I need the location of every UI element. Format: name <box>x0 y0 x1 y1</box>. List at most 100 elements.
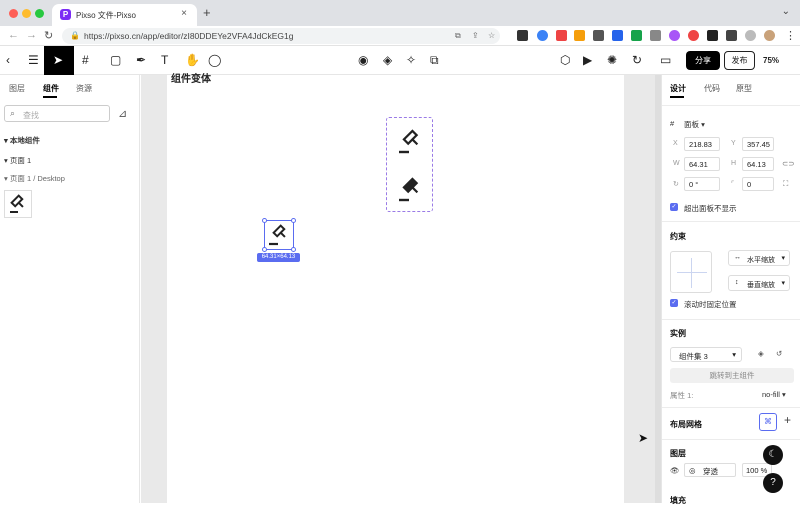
height-field[interactable]: H 64.13 <box>731 157 774 171</box>
component-set-frame[interactable] <box>386 117 433 212</box>
reload-icon[interactable]: ↻ <box>44 29 53 42</box>
avatar[interactable] <box>764 30 775 41</box>
tab-design[interactable]: 设计 <box>670 83 686 94</box>
tab-close-icon[interactable]: × <box>181 8 187 19</box>
extension-icon[interactable] <box>556 30 567 41</box>
browser-tab[interactable]: P Pixso 文件-Pixso × <box>52 4 197 26</box>
close-window-button[interactable] <box>9 9 18 18</box>
vertical-constraint-dropdown[interactable]: ↕ 垂直缩放 ▾ <box>728 275 790 291</box>
property-value-dropdown[interactable]: no-fill ▾ <box>762 390 786 399</box>
extension-icon[interactable] <box>669 30 680 41</box>
rotation-field[interactable]: ↻ 0 ° <box>673 177 720 191</box>
layout-icon[interactable]: ▭ <box>660 53 671 67</box>
comment-tool-icon[interactable]: ◯ <box>208 53 221 67</box>
gavel-outline-icon[interactable] <box>396 126 424 156</box>
extension-icon[interactable] <box>593 30 604 41</box>
plugins-icon[interactable]: ⬡ <box>560 53 570 67</box>
search-input[interactable]: ⌕ 查找 <box>4 105 110 122</box>
loading-icon: ✺ <box>607 53 618 67</box>
maximize-window-button[interactable] <box>35 9 44 18</box>
mask-icon[interactable]: ✧ <box>406 53 416 67</box>
extension-icon[interactable] <box>631 30 642 41</box>
extension-icon[interactable] <box>612 30 623 41</box>
tab-prototype[interactable]: 原型 <box>736 83 752 94</box>
puzzle-icon[interactable] <box>726 30 737 41</box>
moon-icon[interactable]: ☾ <box>763 445 783 465</box>
constraint-widget[interactable] <box>670 251 712 293</box>
extension-icon[interactable] <box>688 30 699 41</box>
component-icon[interactable]: ◉ <box>358 53 368 67</box>
library-icon[interactable]: ⊿ <box>118 107 127 120</box>
resize-handle[interactable] <box>262 247 267 252</box>
play-icon[interactable]: ▶ <box>583 53 592 67</box>
horizontal-constraint-dropdown[interactable]: ↔ 水平缩放 ▾ <box>728 250 790 266</box>
instance-title: 实例 <box>670 329 686 338</box>
fix-scroll-checkbox[interactable]: ✓ <box>670 299 678 307</box>
address-bar: ← → ↻ 🔒 https://pixso.cn/app/editor/zI80… <box>0 26 800 46</box>
swap-instance-icon[interactable]: ◈ <box>758 349 764 358</box>
zoom-level[interactable]: 75% <box>763 56 779 65</box>
tab-assets[interactable]: 资源 <box>76 83 92 94</box>
menu-icon[interactable]: ☰ <box>28 53 39 67</box>
help-icon[interactable]: ? <box>763 473 783 493</box>
reset-instance-icon[interactable]: ↺ <box>776 349 782 358</box>
section-local-components[interactable]: ▾ 本地组件 <box>4 135 40 146</box>
component-set-dropdown[interactable]: 组件集 3 ▾ <box>670 347 742 362</box>
component-thumbnail[interactable] <box>4 190 32 218</box>
url-text[interactable]: https://pixso.cn/app/editor/zI80DDEYe2VF… <box>84 31 293 41</box>
extension-icon[interactable] <box>537 30 548 41</box>
forward-icon[interactable]: → <box>26 29 37 41</box>
visibility-icon[interactable]: 👁 <box>670 466 680 475</box>
move-tool-button[interactable]: ➤ <box>44 46 74 75</box>
frame-row[interactable]: ▾ 页面 1 / Desktop <box>4 173 65 184</box>
extension-icon[interactable] <box>650 30 661 41</box>
history-icon[interactable]: ↻ <box>632 53 642 67</box>
new-tab-button[interactable]: + <box>203 5 211 20</box>
x-field[interactable]: X 218.83 <box>673 137 720 151</box>
extension-icon[interactable] <box>745 30 756 41</box>
frame-tool-icon[interactable]: # <box>82 53 89 67</box>
omnibox[interactable]: 🔒 https://pixso.cn/app/editor/zI80DDEYe2… <box>62 28 500 44</box>
boolean-icon[interactable]: ⧉ <box>430 53 439 68</box>
share-page-icon[interactable]: ⇪ <box>472 31 479 40</box>
selected-instance[interactable] <box>262 218 296 252</box>
back-icon[interactable]: ← <box>8 29 19 41</box>
back-arrow-icon[interactable]: ‹ <box>6 53 10 67</box>
share-button[interactable]: 分享 <box>686 51 720 70</box>
page-row[interactable]: ▾ 页面 1 <box>4 155 31 166</box>
left-panel: 图层 组件 资源 ⌕ 查找 ⊿ ▾ 本地组件 ▾ 页面 1 ▾ 页面 1 / D… <box>0 75 140 503</box>
frame-type-dropdown[interactable]: 面板 ▾ <box>684 119 705 130</box>
extension-icon[interactable] <box>517 30 528 41</box>
width-field[interactable]: W 64.31 <box>673 157 720 171</box>
publish-button[interactable]: 发布 <box>724 51 755 70</box>
extension-icon[interactable] <box>574 30 585 41</box>
extension-icon[interactable] <box>707 30 718 41</box>
tab-search-chevron-icon[interactable]: ⌄ <box>782 6 790 17</box>
tab-components[interactable]: 组件 <box>43 83 59 94</box>
independent-corners-icon[interactable]: ⛶ <box>783 179 788 189</box>
corner-radius-field[interactable]: ⌜ 0 <box>731 177 774 191</box>
goto-main-component-button[interactable]: 跳转到主组件 <box>670 368 794 383</box>
resize-handle[interactable] <box>291 218 296 223</box>
tab-code[interactable]: 代码 <box>704 83 720 94</box>
clip-content-checkbox[interactable]: ✓ <box>670 203 678 211</box>
bookmark-star-icon[interactable]: ☆ <box>488 31 495 40</box>
fill-icon[interactable]: ◈ <box>383 53 392 67</box>
rectangle-tool-icon[interactable]: ▢ <box>110 53 121 67</box>
text-tool-icon[interactable]: T <box>161 53 168 67</box>
open-in-app-icon[interactable]: ⧉ <box>455 31 461 41</box>
minimize-window-button[interactable] <box>22 9 31 18</box>
gavel-filled-icon[interactable] <box>396 174 424 204</box>
y-field[interactable]: Y 357.45 <box>731 137 774 151</box>
hand-tool-icon[interactable]: ✋ <box>185 53 200 67</box>
more-menu-icon[interactable]: ⋮ <box>785 29 796 42</box>
resize-handle[interactable] <box>262 218 267 223</box>
add-layout-grid-icon[interactable]: + <box>784 413 791 427</box>
v-constraint-label: 垂直缩放 <box>747 282 775 289</box>
constrain-proportions-icon[interactable]: ⊂⊃ <box>782 159 795 168</box>
resize-handle[interactable] <box>291 247 296 252</box>
pen-tool-icon[interactable]: ✒ <box>136 53 146 67</box>
blend-mode-dropdown[interactable]: ◎ 穿透 <box>684 463 736 477</box>
tab-layers[interactable]: 图层 <box>9 83 25 94</box>
grid-style-icon[interactable]: ⌘ <box>759 413 777 431</box>
